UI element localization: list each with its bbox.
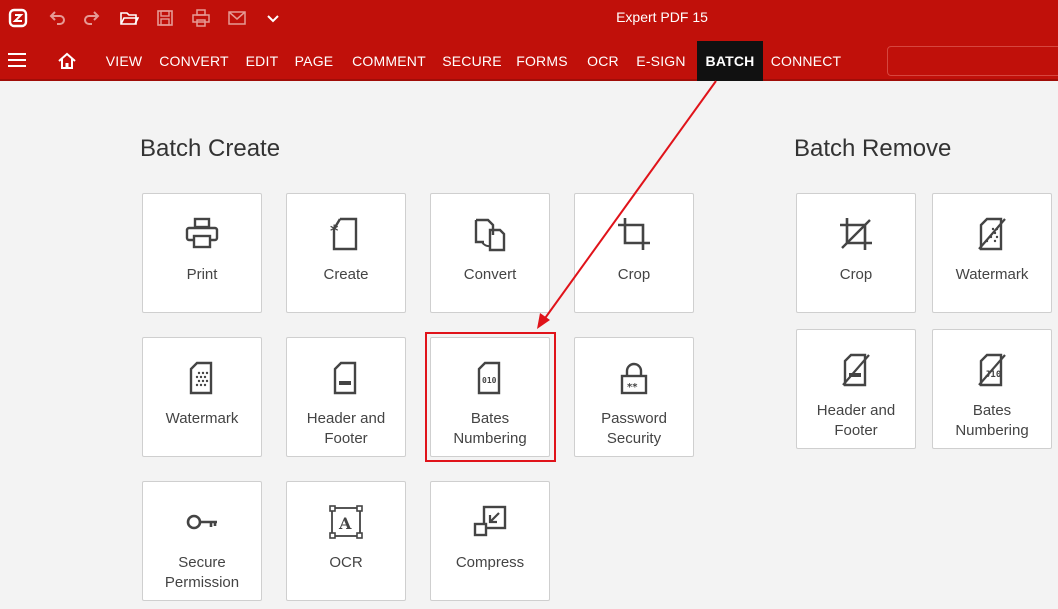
- batch-compress-button[interactable]: Compress: [430, 481, 550, 601]
- tab-secure[interactable]: SECURE: [441, 36, 503, 81]
- ocr-icon: A: [287, 504, 405, 540]
- batch-ocr-button[interactable]: A OCR: [286, 481, 406, 601]
- tab-page[interactable]: PAGE: [292, 36, 336, 81]
- batch-remove-crop-button[interactable]: Crop: [796, 193, 916, 313]
- batch-remove-watermark-button[interactable]: Watermark: [932, 193, 1052, 313]
- lock-icon: **: [575, 360, 693, 396]
- search-input[interactable]: [887, 46, 1058, 76]
- svg-text:**: **: [627, 382, 638, 393]
- tab-view[interactable]: VIEW: [101, 36, 147, 81]
- save-icon[interactable]: [153, 6, 177, 30]
- email-icon[interactable]: [225, 6, 249, 30]
- remove-header-footer-icon: [797, 352, 915, 388]
- tab-comment[interactable]: COMMENT: [346, 36, 432, 81]
- tab-ocr[interactable]: OCR: [583, 36, 623, 81]
- batch-secure-permission-button[interactable]: Secure Permission: [142, 481, 262, 601]
- batch-convert-button[interactable]: Convert: [430, 193, 550, 313]
- batch-remove-title: Batch Remove: [794, 135, 952, 162]
- remove-bates-numbering-icon: J10: [933, 352, 1051, 388]
- key-icon: [143, 504, 261, 540]
- tab-forms[interactable]: FORMS: [513, 36, 571, 81]
- open-folder-icon[interactable]: [117, 6, 141, 30]
- highlight-box: [425, 332, 556, 462]
- svg-text:*: *: [330, 221, 339, 240]
- batch-create-button[interactable]: * Create: [286, 193, 406, 313]
- tab-convert[interactable]: CONVERT: [157, 36, 231, 81]
- batch-header-footer-button[interactable]: Header and Footer: [286, 337, 406, 457]
- crop-icon: [575, 216, 693, 252]
- home-icon[interactable]: [56, 50, 78, 72]
- remove-crop-icon: [797, 216, 915, 252]
- print-icon: [143, 216, 261, 252]
- svg-text:A: A: [338, 514, 352, 533]
- tab-e-sign[interactable]: E-SIGN: [633, 36, 689, 81]
- create-document-icon: *: [287, 216, 405, 252]
- tab-batch[interactable]: BATCH: [697, 41, 763, 81]
- header-footer-icon: [287, 360, 405, 396]
- batch-create-title: Batch Create: [140, 135, 281, 162]
- batch-crop-button[interactable]: Crop: [574, 193, 694, 313]
- print-icon[interactable]: [189, 6, 213, 30]
- batch-print-button[interactable]: Print: [142, 193, 262, 313]
- batch-password-security-button[interactable]: ** Password Security: [574, 337, 694, 457]
- tab-edit[interactable]: EDIT: [241, 36, 283, 81]
- remove-watermark-icon: [933, 216, 1051, 252]
- batch-remove-bates-numbering-button[interactable]: J10 Bates Numbering: [932, 329, 1052, 449]
- convert-icon: [431, 216, 549, 252]
- chevron-down-icon[interactable]: [261, 6, 285, 30]
- redo-icon[interactable]: [80, 6, 104, 30]
- watermark-icon: [143, 360, 261, 396]
- batch-remove-header-footer-button[interactable]: Header and Footer: [796, 329, 916, 449]
- tab-connect[interactable]: CONNECT: [768, 36, 844, 81]
- batch-watermark-button[interactable]: Watermark: [142, 337, 262, 457]
- menu-icon[interactable]: [6, 51, 28, 69]
- undo-icon[interactable]: [45, 6, 69, 30]
- app-logo-icon[interactable]: [6, 6, 30, 30]
- compress-icon: [431, 504, 549, 540]
